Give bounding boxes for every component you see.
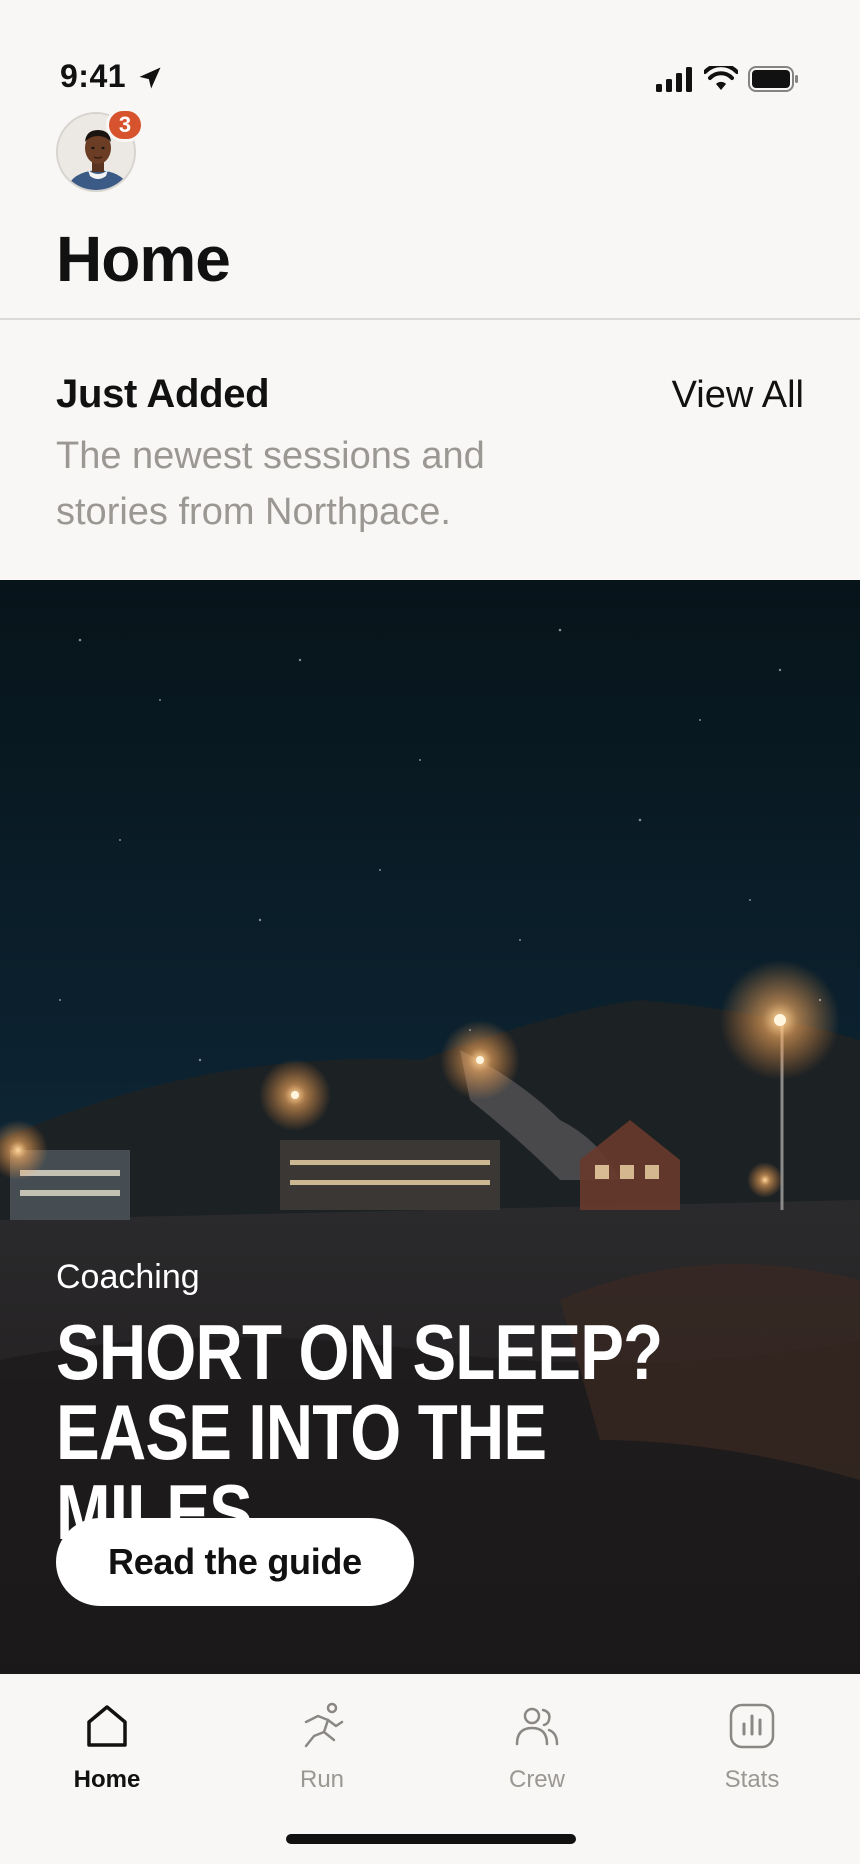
home-icon xyxy=(87,1705,127,1747)
run-icon xyxy=(304,1702,344,1748)
tab-label: Crew xyxy=(508,1766,565,1793)
status-time: 9:41 xyxy=(60,58,127,94)
hero-title-line-1: SHORT ON SLEEP? xyxy=(56,1308,663,1396)
battery-icon xyxy=(748,66,798,92)
crew-icon xyxy=(515,1707,559,1746)
stats-icon xyxy=(729,1703,775,1749)
hero-category: Coaching xyxy=(56,1258,200,1296)
tab-label: Stats xyxy=(724,1766,780,1793)
tab-run[interactable]: Run xyxy=(252,1700,392,1794)
tab-label: Run xyxy=(299,1766,345,1793)
status-icons xyxy=(656,66,800,92)
home-indicator[interactable] xyxy=(286,1834,576,1844)
featured-story-card[interactable]: Coaching SHORT ON SLEEP? EASE INTO THE M… xyxy=(0,580,860,1674)
tab-label: Home xyxy=(73,1766,141,1793)
header-divider xyxy=(0,318,860,320)
profile-avatar-button[interactable]: 3 xyxy=(56,108,144,192)
page-title: Home xyxy=(56,223,231,295)
tab-home[interactable]: Home xyxy=(37,1700,177,1794)
notification-badge: 3 xyxy=(106,108,144,142)
read-guide-button[interactable]: Read the guide xyxy=(56,1518,414,1606)
hero-title: SHORT ON SLEEP? EASE INTO THE MILES xyxy=(56,1312,694,1552)
wifi-icon xyxy=(704,66,738,90)
cellular-signal-icon xyxy=(656,67,692,92)
section-title: Just Added xyxy=(56,372,270,416)
tab-stats[interactable]: Stats xyxy=(682,1700,822,1794)
status-bar: 9:41 xyxy=(0,0,860,100)
section-subtitle: The newest sessions and stories from Nor… xyxy=(56,435,485,533)
location-arrow-icon xyxy=(139,67,161,89)
view-all-link[interactable]: View All xyxy=(672,374,804,417)
tab-crew[interactable]: Crew xyxy=(467,1700,607,1794)
